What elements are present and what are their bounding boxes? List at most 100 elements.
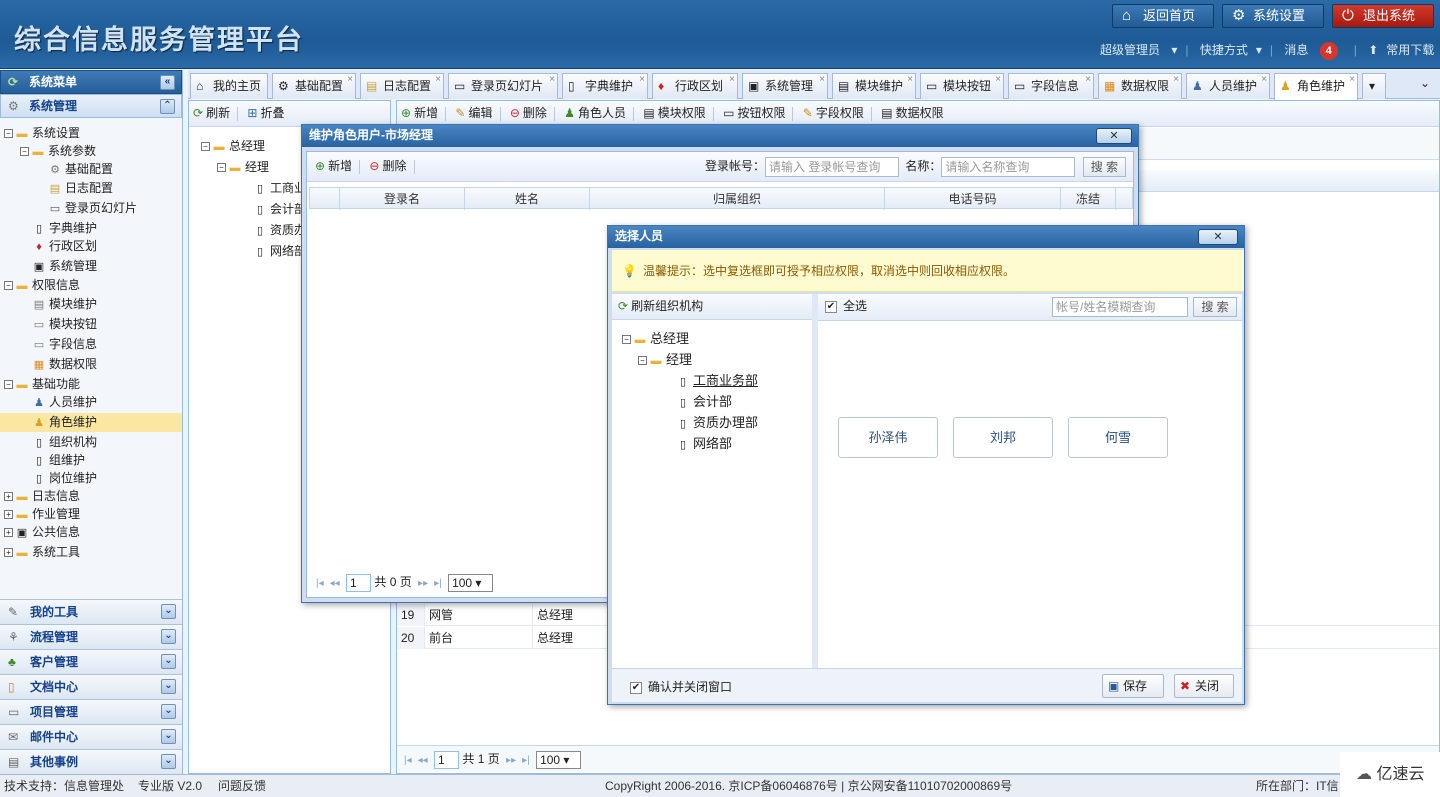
- prev-page-icon[interactable]: ◂◂: [418, 755, 428, 766]
- exit-button[interactable]: ⏻ 退出系统: [1332, 4, 1434, 28]
- tab-basic-config[interactable]: ⚙ 基础配置 ×: [272, 73, 356, 99]
- tree-node-qualification[interactable]: ▯ 资质办理部: [676, 413, 758, 432]
- data-permission-button[interactable]: ▤ 数据权限: [877, 101, 948, 126]
- system-settings-button[interactable]: ⚙ 系统设置: [1222, 4, 1324, 28]
- tab-system-manage[interactable]: ▣ 系统管理 ×: [742, 73, 828, 99]
- tab-field-info[interactable]: ▭ 字段信息 ×: [1008, 73, 1094, 99]
- tab-login-slides[interactable]: ▭ 登录页幻灯片 ×: [448, 73, 558, 99]
- edit-button[interactable]: ✎ 编辑: [451, 101, 497, 126]
- sidebar-item-posts[interactable]: ▯ 岗位维护: [32, 469, 97, 488]
- account-search-input[interactable]: 请输入 登录帐号查询: [765, 156, 900, 177]
- delete-button[interactable]: ⊖ 删除: [506, 101, 552, 126]
- page-input[interactable]: 1: [346, 573, 372, 592]
- accordion-customers[interactable]: ♣ 客户管理 ⌄: [0, 649, 182, 674]
- tab-list-dropdown[interactable]: ▾: [1362, 73, 1386, 99]
- last-page-icon[interactable]: ▸|: [522, 755, 530, 766]
- refresh-org-button[interactable]: ⟳ 刷新组织机构: [614, 294, 708, 319]
- tree-node-general-manager[interactable]: − ▬ 总经理: [622, 329, 689, 348]
- next-page-icon[interactable]: ▸▸: [506, 755, 516, 766]
- field-permission-button[interactable]: ✎ 字段权限: [799, 101, 869, 126]
- sidebar-item-roles[interactable]: ♟ 角色维护: [0, 413, 182, 432]
- prev-page-icon[interactable]: ◂◂: [330, 578, 340, 589]
- button-permission-button[interactable]: ▭ 按钮权限: [719, 101, 790, 126]
- sidebar-item-org[interactable]: ▯ 组织机构: [32, 433, 97, 452]
- name-search-input[interactable]: 请输入名称查询: [941, 156, 1076, 177]
- sidebar-item-module-buttons[interactable]: ▭ 模块按钮: [32, 315, 97, 334]
- sidebar-item-module-maintain[interactable]: ▤ 模块维护: [32, 295, 97, 314]
- confirm-close-checkbox[interactable]: ✔ 确认并关闭窗口: [630, 678, 732, 695]
- accordion-mail[interactable]: ✉ 邮件中心 ⌄: [0, 724, 182, 749]
- column-login-name[interactable]: 登录名: [340, 188, 465, 210]
- refresh-button[interactable]: ⟳ 刷新: [189, 101, 235, 126]
- next-page-icon[interactable]: ▸▸: [418, 578, 428, 589]
- tab-home[interactable]: ⌂ 我的主页: [190, 73, 268, 99]
- column-org[interactable]: 归属组织: [590, 188, 885, 210]
- sidebar-item-groups[interactable]: ▯ 组维护: [32, 451, 85, 470]
- add-user-button[interactable]: ⊕ 新增: [311, 152, 357, 181]
- sidebar-item-public-info[interactable]: + ▣ 公共信息: [4, 523, 80, 542]
- page-input[interactable]: 1: [434, 750, 460, 769]
- sidebar-item-system-manage[interactable]: ▣ 系统管理: [32, 257, 97, 276]
- sidebar-item-tools[interactable]: + ▬ 系统工具: [4, 543, 80, 562]
- tab-staff[interactable]: ♟ 人员维护 ×: [1186, 73, 1270, 99]
- role-users-button[interactable]: ♟ 角色人员: [560, 101, 631, 126]
- close-button[interactable]: ✖ 关闭: [1174, 674, 1234, 698]
- tab-module-maintain[interactable]: ▤ 模块维护 ×: [832, 73, 916, 99]
- search-button[interactable]: 搜 索: [1082, 156, 1127, 177]
- sidebar-item-dictionary[interactable]: ▯ 字典维护: [32, 219, 97, 238]
- sidebar-item-basic-functions[interactable]: − ▬ 基础功能: [4, 375, 80, 394]
- feedback-link[interactable]: 问题反馈: [218, 775, 266, 797]
- tree-node-accounting[interactable]: ▯ 会计部: [253, 200, 306, 219]
- accordion-examples[interactable]: ▤ 其他事例 ⌄: [0, 749, 182, 774]
- person-card[interactable]: 何雪: [1068, 417, 1168, 458]
- sidebar-item-system-params[interactable]: − ▬ 系统参数: [20, 142, 96, 161]
- page-size-select[interactable]: 100 ▾: [448, 573, 494, 592]
- messages-link[interactable]: 消息 4: [1284, 42, 1345, 60]
- sidebar-item-staff[interactable]: ♟ 人员维护: [32, 393, 97, 412]
- tree-node-accounting[interactable]: ▯ 会计部: [676, 392, 732, 411]
- sidebar-item-logs[interactable]: + ▬ 日志信息: [4, 487, 80, 506]
- delete-user-button[interactable]: ⊖ 删除: [365, 152, 411, 181]
- person-search-input[interactable]: 帐号/姓名模糊查询: [1052, 296, 1188, 317]
- shortcut-dropdown[interactable]: 快捷方式 ▾: [1200, 43, 1262, 57]
- last-page-icon[interactable]: ▸|: [434, 578, 442, 589]
- sidebar-item-basic-config[interactable]: ⚙ 基础配置: [48, 160, 113, 179]
- collapse-section-button[interactable]: ⌃: [160, 99, 175, 114]
- select-all-checkbox[interactable]: ✔ 全选: [825, 299, 867, 313]
- user-dropdown[interactable]: 超级管理员 ▾: [1100, 43, 1177, 57]
- person-card[interactable]: 孙泽伟: [838, 417, 938, 458]
- person-card[interactable]: 刘邦: [953, 417, 1053, 458]
- sidebar-item-data-permission[interactable]: ▦ 数据权限: [32, 355, 97, 374]
- close-icon[interactable]: ✕: [1198, 229, 1238, 245]
- accordion-documents[interactable]: ▯ 文档中心 ⌄: [0, 674, 182, 699]
- tree-node-general-manager[interactable]: − ▬ 总经理: [201, 137, 265, 156]
- first-page-icon[interactable]: |◂: [404, 755, 412, 766]
- column-name[interactable]: 姓名: [465, 188, 590, 210]
- tree-node-manager[interactable]: − ▬ 经理: [217, 158, 269, 177]
- fold-button[interactable]: ⊞ 折叠: [243, 101, 289, 126]
- tab-region[interactable]: ♦ 行政区划 ×: [652, 73, 738, 99]
- module-permission-button[interactable]: ▤ 模块权限: [639, 101, 710, 126]
- sidebar-item-field-info[interactable]: ▭ 字段信息: [32, 335, 97, 354]
- system-management-header[interactable]: ⚙ 系统管理 ⌃: [0, 94, 182, 118]
- sidebar-item-log-config[interactable]: ▤ 日志配置: [48, 179, 113, 198]
- add-button[interactable]: ⊕ 新增: [397, 101, 443, 126]
- first-page-icon[interactable]: |◂: [316, 578, 324, 589]
- accordion-projects[interactable]: ▭ 项目管理 ⌄: [0, 699, 182, 724]
- sidebar-item-login-slides[interactable]: ▭ 登录页幻灯片: [48, 199, 137, 218]
- sidebar-item-system-settings[interactable]: − ▬ 系统设置: [4, 124, 80, 143]
- tab-module-buttons[interactable]: ▭ 模块按钮 ×: [920, 73, 1004, 99]
- tree-node-network[interactable]: ▯ 网络部: [676, 434, 732, 453]
- tab-data-permission[interactable]: ▦ 数据权限 ×: [1098, 73, 1182, 99]
- tab-roles[interactable]: ♟ 角色维护 ×: [1274, 73, 1358, 100]
- tree-node-manager[interactable]: − ▬ 经理: [638, 350, 692, 369]
- accordion-my-tools[interactable]: ✎ 我的工具 ⌄: [0, 599, 182, 624]
- download-link[interactable]: ⬆ 常用下载: [1368, 43, 1440, 57]
- accordion-workflow[interactable]: ⚘ 流程管理 ⌄: [0, 624, 182, 649]
- sidebar-item-region[interactable]: ♦ 行政区划: [32, 237, 97, 256]
- column-phone[interactable]: 电话号码: [885, 188, 1061, 210]
- tree-node-business[interactable]: ▯ 工商业务部: [676, 371, 758, 390]
- collapse-sidebar-button[interactable]: «: [160, 75, 175, 90]
- tab-log-config[interactable]: ▤ 日志配置 ×: [360, 73, 444, 99]
- tab-scroll-button[interactable]: ⌄: [1420, 76, 1430, 90]
